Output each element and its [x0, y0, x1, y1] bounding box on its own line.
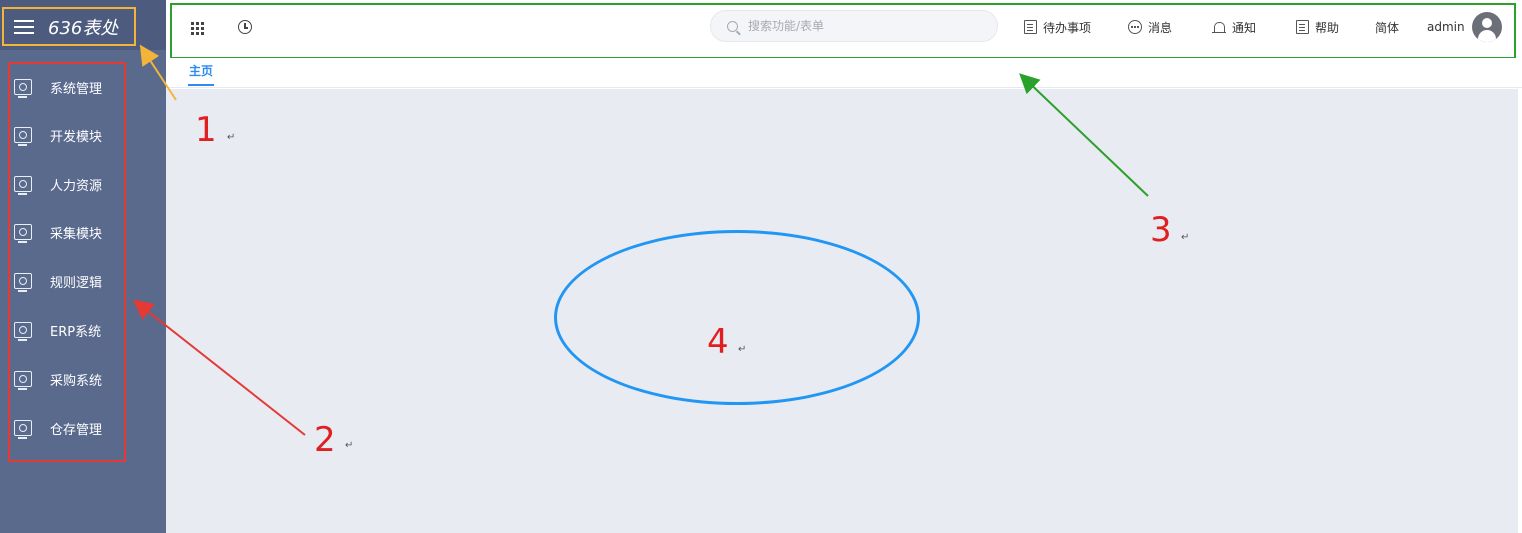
alarm-bell-icon [1212, 20, 1226, 35]
right-edge [1518, 89, 1522, 533]
user-menu[interactable]: admin [1427, 17, 1465, 37]
message-button[interactable]: 消息 [1128, 17, 1172, 37]
sidebar-item-warehouse-management[interactable]: 仓存管理 [14, 416, 102, 440]
monitor-gear-icon [14, 273, 32, 292]
todo-button[interactable]: 待办事项 [1024, 17, 1091, 37]
username-label: admin [1427, 20, 1465, 34]
todo-label: 待办事项 [1043, 20, 1092, 35]
language-label: 简体 [1375, 20, 1400, 35]
monitor-gear-icon [14, 224, 32, 243]
monitor-gear-icon [14, 127, 32, 146]
language-switch[interactable]: 简体 [1375, 17, 1399, 37]
tab-home[interactable]: 主页 [188, 62, 215, 86]
return-mark: ↵ [227, 132, 236, 143]
document-list-icon [1024, 20, 1037, 34]
annotation-number-3: 3 [1150, 210, 1172, 250]
chat-bubble-icon [1128, 20, 1142, 34]
sidebar-item-label: 采购系统 [50, 373, 103, 389]
sidebar-menu-highlight-box [8, 62, 126, 462]
sidebar-item-label: 仓存管理 [50, 422, 103, 438]
notice-label: 通知 [1232, 20, 1257, 35]
tab-bar: 主页 [166, 58, 1522, 88]
logo-bar: 636表处 [0, 0, 166, 50]
search-box [710, 10, 998, 42]
return-mark: ↵ [738, 344, 747, 355]
help-button[interactable]: 帮助 [1296, 17, 1339, 37]
monitor-gear-icon [14, 371, 32, 390]
sidebar-item-label: 系统管理 [50, 81, 103, 97]
sidebar: 636表处 系统管理 开发模块 人力资源 采集模块 规则逻辑 ERP系统 采购系… [0, 0, 166, 533]
sidebar-item-label: 采集模块 [50, 226, 103, 242]
return-mark: ↵ [345, 440, 354, 451]
sidebar-item-rule-logic[interactable]: 规则逻辑 [14, 269, 102, 293]
annotation-ellipse-main [554, 230, 920, 405]
annotation-number-1: 1 [195, 110, 217, 150]
top-header: 待办事项 消息 通知 帮助 简体 admin [166, 0, 1522, 59]
sidebar-item-label: ERP系统 [50, 324, 102, 340]
app-logo-text: 636表处 [48, 17, 119, 39]
annotation-number-2: 2 [314, 420, 336, 460]
logo-highlight-box: 636表处 [2, 7, 136, 46]
return-mark: ↵ [1181, 232, 1190, 243]
app-window: 636表处 系统管理 开发模块 人力资源 采集模块 规则逻辑 ERP系统 采购系… [0, 0, 1522, 533]
sidebar-item-development-module[interactable]: 开发模块 [14, 123, 102, 147]
app-grid-icon[interactable] [191, 22, 204, 35]
sidebar-item-collection-module[interactable]: 采集模块 [14, 220, 102, 244]
search-icon [727, 20, 738, 32]
help-document-icon [1296, 20, 1309, 34]
help-label: 帮助 [1315, 20, 1340, 35]
hamburger-menu-icon[interactable] [14, 19, 34, 34]
sidebar-item-label: 人力资源 [50, 178, 103, 194]
sidebar-item-system-management[interactable]: 系统管理 [14, 75, 102, 99]
sidebar-item-erp-system[interactable]: ERP系统 [14, 318, 101, 342]
monitor-gear-icon [14, 322, 32, 341]
search-input[interactable] [748, 19, 968, 33]
sidebar-item-label: 开发模块 [50, 129, 103, 145]
sidebar-item-label: 规则逻辑 [50, 275, 103, 291]
history-clock-icon[interactable] [238, 20, 252, 34]
monitor-gear-icon [14, 79, 32, 98]
monitor-gear-icon [14, 420, 32, 439]
monitor-gear-icon [14, 176, 32, 195]
sidebar-item-purchasing-system[interactable]: 采购系统 [14, 367, 102, 391]
message-label: 消息 [1148, 20, 1173, 35]
sidebar-item-human-resources[interactable]: 人力资源 [14, 172, 102, 196]
user-avatar-icon[interactable] [1472, 12, 1502, 42]
annotation-number-4: 4 [707, 322, 729, 362]
notice-button[interactable]: 通知 [1212, 17, 1256, 37]
